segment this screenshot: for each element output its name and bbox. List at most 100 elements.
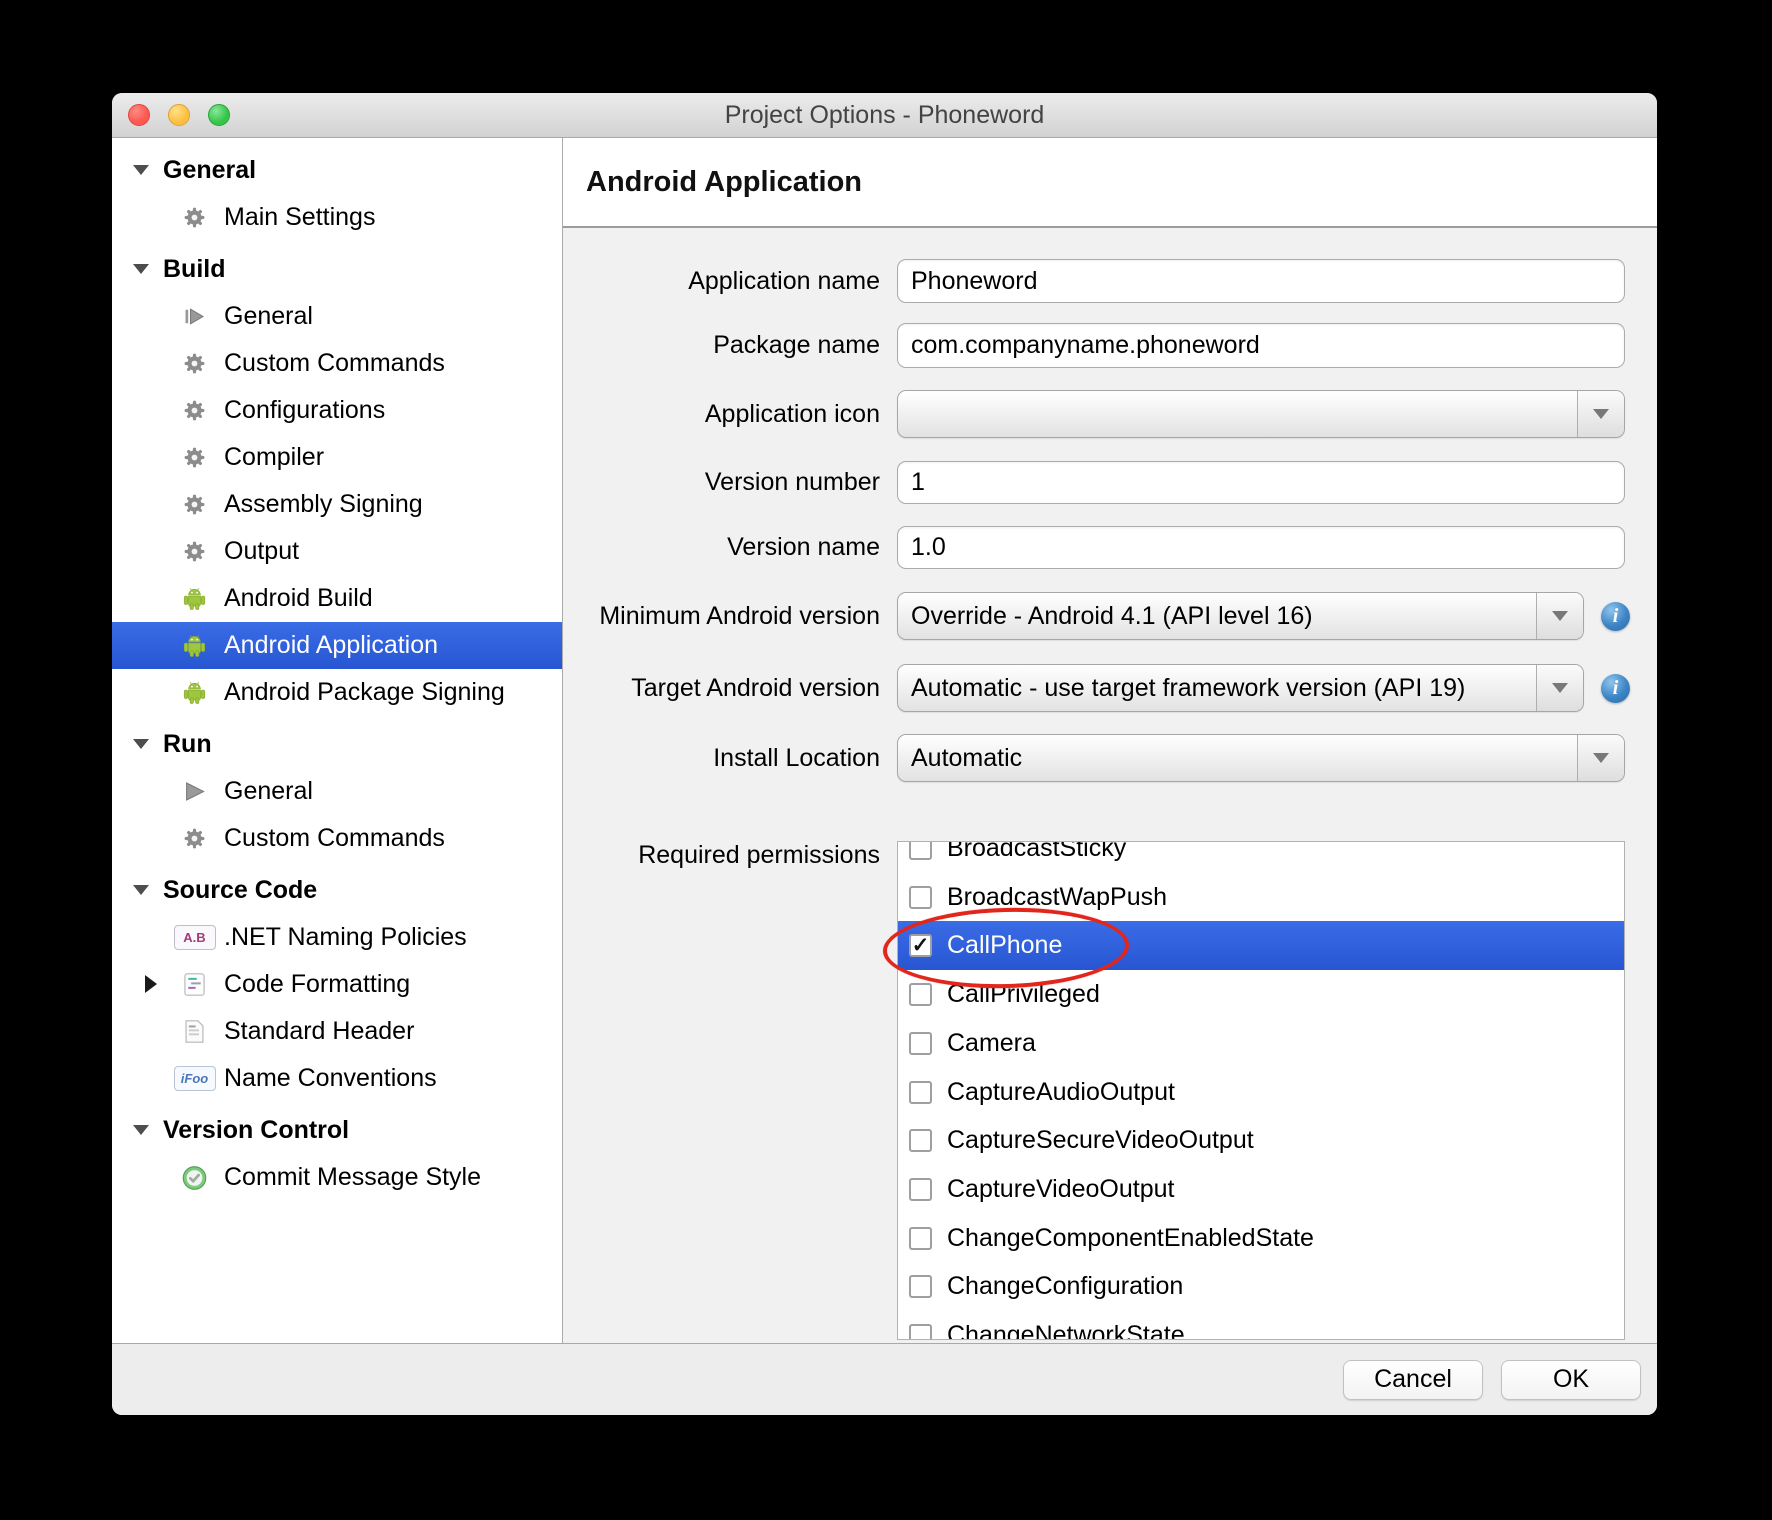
ok-button[interactable]: OK [1501,1360,1641,1400]
permission-checkbox[interactable] [909,886,932,909]
permission-checkbox[interactable] [909,1081,932,1104]
permission-checkbox[interactable] [909,1032,932,1055]
tree-group-build[interactable]: Build [112,245,562,293]
permission-label: CaptureAudioOutput [947,1078,1175,1107]
permission-label: BroadcastSticky [947,841,1126,863]
gear-icon [181,538,208,565]
sidebar-item-build-assembly-signing[interactable]: Assembly Signing [112,481,562,528]
permission-row-changecomponentenabledstate[interactable]: ChangeComponentEnabledState [898,1214,1624,1263]
permission-row-callphone[interactable]: ✓ CallPhone [898,921,1624,970]
permission-row-capturesecurevideooutput[interactable]: CaptureSecureVideoOutput [898,1116,1624,1165]
permission-checkbox[interactable] [909,1324,932,1340]
tree-group-label: Version Control [163,1116,349,1145]
sidebar-item-source-code-standard-header[interactable]: Standard Header [112,1008,562,1055]
sidebar-item-version-control-commit-message-style[interactable]: Commit Message Style [112,1154,562,1201]
permission-row-captureaudiooutput[interactable]: CaptureAudioOutput [898,1068,1624,1117]
chevron-down-icon [1552,683,1568,693]
sidebar-item-build-configurations[interactable]: Configurations [112,387,562,434]
sidebar-item-build-general[interactable]: General [112,293,562,340]
dropdown-arrow-button[interactable] [1536,593,1583,639]
info-icon[interactable]: i [1601,674,1630,703]
play-icon [181,778,208,805]
ab-badge-icon: A.B [181,924,208,951]
tree-group-label: General [163,156,256,185]
sidebar-item-label: Custom Commands [224,824,445,853]
gear-icon [181,491,208,518]
permission-label: BroadcastWapPush [947,883,1167,912]
version-name-input[interactable] [897,526,1625,569]
sidebar-item-build-custom-commands[interactable]: Custom Commands [112,340,562,387]
permission-row-capturevideooutput[interactable]: CaptureVideoOutput [898,1165,1624,1214]
sidebar-item-run-general[interactable]: General [112,768,562,815]
permission-row-changeconfiguration[interactable]: ChangeConfiguration [898,1262,1624,1311]
sidebar-item-build-compiler[interactable]: Compiler [112,434,562,481]
sidebar-item-build-android-application[interactable]: Android Application [112,622,562,669]
permission-checkbox[interactable] [909,841,932,860]
application-name-input[interactable] [897,259,1625,303]
disclosure-triangle-icon[interactable] [133,882,149,898]
gear-icon [181,825,208,852]
permission-row-broadcastwappush[interactable]: BroadcastWapPush [898,873,1624,922]
minimum-android-version-dropdown[interactable]: Override - Android 4.1 (API level 16) [897,592,1584,640]
expand-triangle-icon[interactable] [145,975,157,993]
sidebar-item-run-custom-commands[interactable]: Custom Commands [112,815,562,862]
application-icon-dropdown[interactable] [897,390,1625,438]
permission-label: CallPhone [947,931,1062,960]
package-name-input[interactable] [897,323,1625,368]
minimize-button[interactable] [168,104,190,126]
disclosure-triangle-icon[interactable] [133,1122,149,1138]
field-label-required-permissions: Required permissions [563,838,880,872]
install-location-dropdown[interactable]: Automatic [897,734,1625,782]
sidebar-item-label: Standard Header [224,1017,414,1046]
field-label-application-name: Application name [563,259,880,303]
sidebar-item-label: Custom Commands [224,349,445,378]
chevron-down-icon [1552,611,1568,621]
permission-row-changenetworkstate[interactable]: ChangeNetworkState [898,1311,1624,1340]
permission-row-camera[interactable]: Camera [898,1019,1624,1068]
disclosure-triangle-icon[interactable] [133,162,149,178]
dropdown-arrow-button[interactable] [1577,735,1624,781]
permission-checkbox[interactable] [909,1275,932,1298]
tree-group-source-code[interactable]: Source Code [112,866,562,914]
sidebar-item-source-code-name-conventions[interactable]: iFooName Conventions [112,1055,562,1102]
disclosure-triangle-icon[interactable] [133,261,149,277]
permission-row-callprivileged[interactable]: CallPrivileged [898,970,1624,1019]
disclosure-triangle-icon[interactable] [133,736,149,752]
dropdown-arrow-button[interactable] [1536,665,1583,711]
version-number-input[interactable] [897,461,1625,504]
close-button[interactable] [128,104,150,126]
dialog-body: General Main SettingsBuild General Custom C… [112,138,1657,1343]
required-permissions-list: BroadcastSticky BroadcastWapPush ✓ CallPhon… [897,841,1625,1340]
cancel-button[interactable]: Cancel [1343,1360,1483,1400]
tree-group-label: Run [163,730,212,759]
sidebar-item-source-code-net-naming-policies[interactable]: A.B.NET Naming Policies [112,914,562,961]
tree-group-version-control[interactable]: Version Control [112,1106,562,1154]
permission-checkbox[interactable] [909,1178,932,1201]
tree-group-run[interactable]: Run [112,720,562,768]
info-icon[interactable]: i [1601,602,1630,631]
options-tree: General Main SettingsBuild General Custom C… [112,138,563,1343]
permission-checkbox[interactable]: ✓ [909,934,932,957]
panel-title: Android Application [586,166,862,199]
sidebar-item-build-android-build[interactable]: Android Build [112,575,562,622]
field-label-version-number: Version number [563,461,880,504]
commit-check-icon [181,1164,208,1191]
dropdown-arrow-button[interactable] [1577,391,1624,437]
tree-group-label: Source Code [163,876,317,905]
sidebar-item-build-android-package-signing[interactable]: Android Package Signing [112,669,562,716]
tree-group-general[interactable]: General [112,146,562,194]
zoom-button[interactable] [208,104,230,126]
sidebar-item-general-main-settings[interactable]: Main Settings [112,194,562,241]
sidebar-item-source-code-code-formatting[interactable]: Code Formatting [112,961,562,1008]
target-android-version-dropdown[interactable]: Automatic - use target framework version… [897,664,1584,712]
sidebar-item-label: General [224,302,313,331]
permission-row-broadcaststicky[interactable]: BroadcastSticky [898,841,1624,873]
permission-checkbox[interactable] [909,1129,932,1152]
sidebar-item-build-output[interactable]: Output [112,528,562,575]
android-icon [181,632,208,659]
permission-checkbox[interactable] [909,983,932,1006]
sidebar-item-label: Output [224,537,299,566]
permission-checkbox[interactable] [909,1227,932,1250]
sidebar-item-label: Assembly Signing [224,490,423,519]
chevron-down-icon [1593,409,1609,419]
